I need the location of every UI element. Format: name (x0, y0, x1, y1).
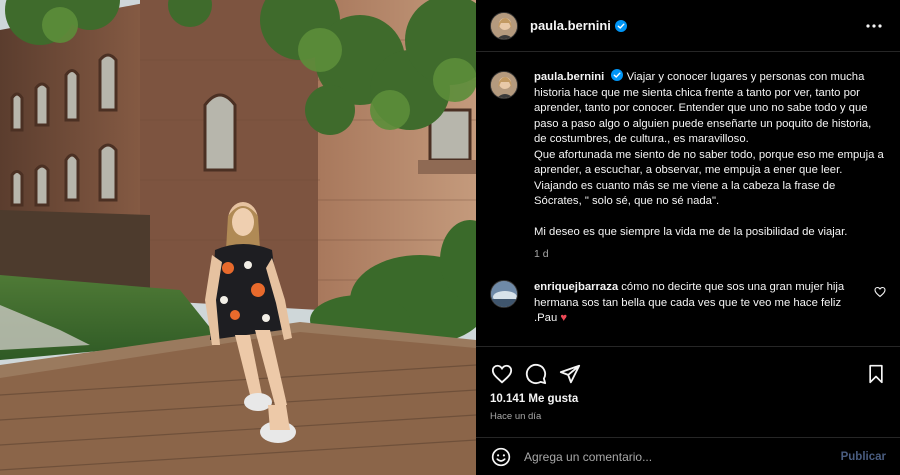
share-button[interactable] (558, 362, 582, 386)
likes-count[interactable]: 10.141 Me gusta (476, 391, 900, 405)
caption-body: paula.bernini Viajar y conocer lugares y… (534, 69, 886, 262)
caption-username[interactable]: paula.bernini (534, 71, 604, 83)
action-icons-row (476, 347, 900, 391)
post-photo[interactable] (0, 0, 476, 475)
red-heart-emoji: ♥ (560, 312, 568, 324)
avatar-image (491, 12, 517, 39)
emoji-button[interactable] (490, 446, 512, 468)
photo-image (0, 0, 476, 475)
save-button[interactable] (864, 362, 888, 386)
caption-text-paragraph-3: Viajando es cuanto más se me viene a la … (534, 179, 836, 208)
commenter-avatar[interactable] (490, 280, 518, 308)
caption-comment: paula.bernini Viajar y conocer lugares y… (490, 69, 886, 262)
commenter-username[interactable]: enriquejbarraza (534, 281, 618, 293)
comment-button[interactable] (524, 362, 548, 386)
comment-form: Publicar (476, 437, 900, 475)
more-options-button[interactable] (862, 14, 886, 38)
post-author-username[interactable]: paula.bernini (530, 18, 611, 33)
avatar-image (491, 281, 517, 307)
caption-avatar[interactable] (490, 71, 518, 99)
send-icon (559, 364, 581, 384)
verified-badge-icon (614, 19, 627, 32)
bookmark-icon (869, 364, 883, 384)
comment-item: enriquejbarraza cómo no decirte que sos … (490, 280, 886, 327)
verified-badge-icon (611, 69, 624, 81)
post-header: paula.bernini (476, 0, 900, 52)
comments-list[interactable]: paula.bernini Viajar y conocer lugares y… (476, 53, 900, 346)
like-button[interactable] (490, 362, 514, 386)
smiley-icon (491, 447, 511, 466)
comment-like-heart-icon[interactable] (874, 286, 886, 298)
comment-icon (525, 363, 547, 385)
caption-text-paragraph-4: Mi deseo es que siempre la vida me de la… (534, 226, 848, 238)
avatar-image (491, 72, 517, 98)
comment-input[interactable] (524, 449, 833, 464)
more-horizontal-icon (866, 23, 882, 28)
avatar[interactable] (490, 11, 518, 40)
post-timestamp[interactable]: Hace un día (476, 405, 900, 422)
publish-button[interactable]: Publicar (841, 451, 886, 463)
caption-text-paragraph-2: Que afortunada me siento de no saber tod… (534, 148, 884, 177)
heart-icon (491, 364, 513, 384)
caption-timestamp[interactable]: 1 d (534, 247, 886, 263)
comment-body: enriquejbarraza cómo no decirte que sos … (534, 280, 866, 327)
post-side-panel: paula.bernini paula.bernini Viajar y con… (476, 0, 900, 475)
